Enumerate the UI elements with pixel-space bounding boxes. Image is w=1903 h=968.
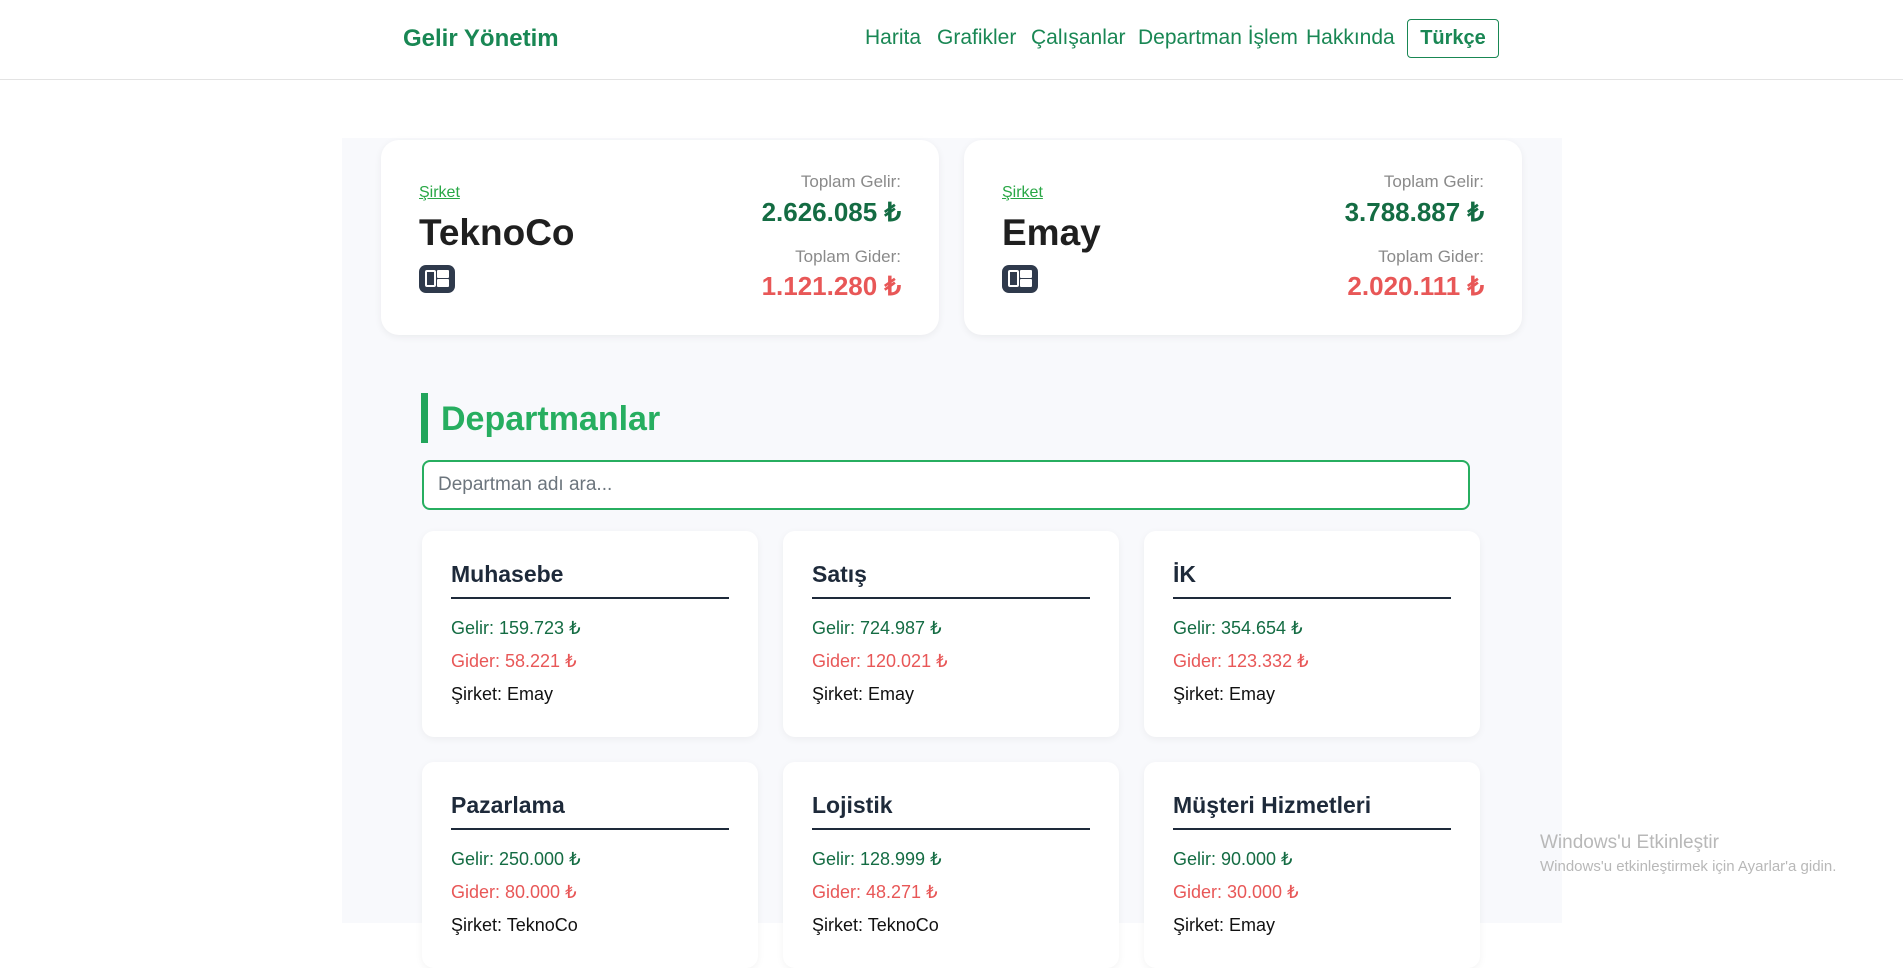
- department-expense: Gider: 48.271 ₺: [812, 882, 938, 902]
- department-card[interactable]: İK Gelir: 354.654 ₺ Gider: 123.332 ₺ Şir…: [1144, 531, 1480, 737]
- department-card[interactable]: Satış Gelir: 724.987 ₺ Gider: 120.021 ₺ …: [783, 531, 1119, 737]
- department-income: Gelir: 128.999 ₺: [812, 849, 942, 869]
- department-name: Muhasebe: [451, 561, 729, 599]
- company-name: TeknoCo: [419, 212, 575, 253]
- department-company: Şirket: TeknoCo: [451, 915, 578, 935]
- top-navbar: Gelir Yönetim Harita Grafikler Çalışanla…: [0, 0, 1903, 80]
- department-card[interactable]: Müşteri Hizmetleri Gelir: 90.000 ₺ Gider…: [1144, 762, 1480, 968]
- activation-watermark-subtitle: Windows'u etkinleştirmek için Ayarlar'a …: [1540, 858, 1837, 875]
- department-expense: Gider: 120.021 ₺: [812, 651, 948, 671]
- activation-watermark-title: Windows'u Etkinleştir: [1540, 832, 1719, 853]
- departments-heading: Departmanlar: [421, 393, 660, 443]
- department-name: Satış: [812, 561, 1090, 599]
- total-income-value: 2.626.085 ₺: [761, 197, 901, 227]
- total-expense-label: Toplam Gider:: [1378, 247, 1484, 266]
- total-expense-value: 1.121.280 ₺: [761, 271, 901, 301]
- company-card: Şirket TeknoCo Toplam Gelir: 2.626.085 ₺…: [381, 140, 939, 335]
- nav-link-charts[interactable]: Grafikler: [937, 26, 1016, 50]
- department-income: Gelir: 724.987 ₺: [812, 618, 942, 638]
- department-income: Gelir: 90.000 ₺: [1173, 849, 1293, 869]
- department-name: İK: [1173, 561, 1451, 599]
- company-card: Şirket Emay Toplam Gelir: 3.788.887 ₺ To…: [964, 140, 1522, 335]
- company-name: Emay: [1002, 212, 1101, 253]
- total-expense-label: Toplam Gider:: [795, 247, 901, 266]
- department-name: Müşteri Hizmetleri: [1173, 792, 1451, 830]
- company-kicker-link[interactable]: Şirket: [1002, 184, 1043, 202]
- nav-link-department-operations[interactable]: Departman İşlem: [1138, 26, 1298, 50]
- department-card[interactable]: Lojistik Gelir: 128.999 ₺ Gider: 48.271 …: [783, 762, 1119, 968]
- total-income-value: 3.788.887 ₺: [1344, 197, 1484, 227]
- total-income-label: Toplam Gelir:: [800, 172, 901, 191]
- department-company: Şirket: Emay: [1173, 684, 1276, 704]
- department-expense: Gider: 58.221 ₺: [451, 651, 577, 671]
- company-detail-icon[interactable]: [1002, 265, 1038, 293]
- language-button[interactable]: Türkçe: [1407, 19, 1499, 58]
- company-kicker-link[interactable]: Şirket: [419, 184, 460, 202]
- nav-link-about[interactable]: Hakkında: [1306, 26, 1395, 50]
- department-name: Pazarlama: [451, 792, 729, 830]
- department-income: Gelir: 354.654 ₺: [1173, 618, 1303, 638]
- total-expense-value: 2.020.111 ₺: [1347, 271, 1484, 301]
- department-income: Gelir: 250.000 ₺: [451, 849, 581, 869]
- department-card[interactable]: Pazarlama Gelir: 250.000 ₺ Gider: 80.000…: [422, 762, 758, 968]
- department-company: Şirket: Emay: [451, 684, 554, 704]
- department-expense: Gider: 30.000 ₺: [1173, 882, 1299, 902]
- main-nav: Harita Grafikler Çalışanlar Departman İş…: [0, 26, 1903, 56]
- nav-link-map[interactable]: Harita: [865, 26, 921, 50]
- department-expense: Gider: 80.000 ₺: [451, 882, 577, 902]
- company-detail-icon[interactable]: [419, 265, 455, 293]
- department-company: Şirket: Emay: [1173, 915, 1276, 935]
- department-expense: Gider: 123.332 ₺: [1173, 651, 1309, 671]
- department-company: Şirket: Emay: [812, 684, 915, 704]
- total-income-label: Toplam Gelir:: [1383, 172, 1484, 191]
- nav-link-employees[interactable]: Çalışanlar: [1031, 26, 1126, 50]
- department-income: Gelir: 159.723 ₺: [451, 618, 581, 638]
- department-name: Lojistik: [812, 792, 1090, 830]
- department-company: Şirket: TeknoCo: [812, 915, 939, 935]
- department-search-input[interactable]: [422, 460, 1470, 510]
- department-card[interactable]: Muhasebe Gelir: 159.723 ₺ Gider: 58.221 …: [422, 531, 758, 737]
